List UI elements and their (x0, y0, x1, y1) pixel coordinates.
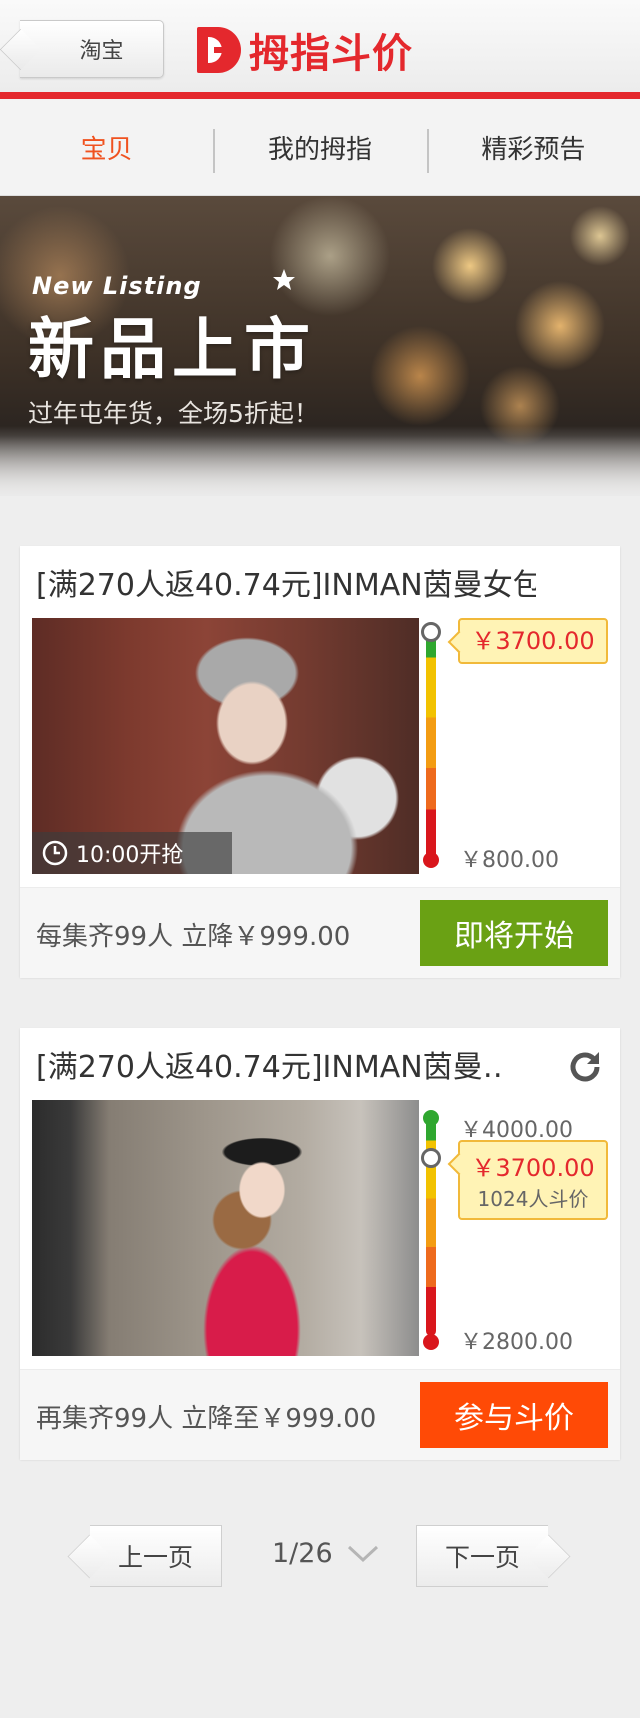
price-meter-bar (426, 630, 436, 860)
current-price-bubble: ￥3700.00 1024人斗价 (458, 1140, 608, 1220)
group-discount-text: 每集齐99人 立降￥999.00 (36, 922, 351, 952)
card-footer: 每集齐99人 立降￥999.00 即将开始 (20, 887, 620, 978)
price-meter (421, 1100, 441, 1356)
min-price: ￥2800.00 (460, 1330, 573, 1355)
tab-my-thumb[interactable]: 我的拇指 (213, 99, 426, 195)
back-button-label: 淘宝 (79, 39, 124, 64)
product-title[interactable]: [满270人返40.74元]INMAN茵曼女包… (36, 560, 536, 604)
back-button[interactable]: 淘宝 (20, 20, 164, 78)
promo-banner[interactable]: New Listing 新品上市 过年屯年货，全场5折起！ (0, 196, 640, 496)
join-bidding-button[interactable]: 参与斗价 (420, 1382, 608, 1448)
min-price-marker (423, 1334, 439, 1350)
page-selector[interactable]: 1/26 (272, 1538, 379, 1569)
tab-products[interactable]: 宝贝 (0, 99, 213, 195)
current-price: ￥3700.00 (471, 627, 595, 655)
current-price-marker (421, 1148, 441, 1168)
prev-page-button[interactable]: 上一页 (90, 1525, 222, 1587)
price-meter (421, 618, 441, 874)
min-price-marker (423, 852, 439, 868)
product-title[interactable]: [满270人返40.74元]INMAN茵曼… (36, 1042, 506, 1086)
product-card[interactable]: [满270人返40.74元]INMAN茵曼… ￥4000.00 ￥3700.00… (20, 1028, 620, 1460)
group-discount-text: 再集齐99人 立降至￥999.00 (36, 1404, 377, 1434)
clock-icon (42, 840, 68, 866)
start-time-badge: 10:00开抢 (32, 832, 232, 874)
product-card[interactable]: [满270人返40.74元]INMAN茵曼女包… 10:00开抢 ￥3700.0… (20, 546, 620, 978)
page-indicator: 1/26 (272, 1538, 333, 1569)
coming-soon-button[interactable]: 即将开始 (420, 900, 608, 966)
logo-d-icon (197, 27, 241, 73)
current-price-marker (421, 622, 441, 642)
app-logo: 拇指斗价 (197, 24, 413, 77)
product-image[interactable]: 10:00开抢 (32, 618, 419, 874)
prev-page-label: 上一页 (117, 1543, 193, 1572)
start-time-text: 10:00开抢 (76, 843, 184, 868)
current-price: ￥3700.00 (471, 1154, 595, 1182)
participants-count: 1024人斗价 (477, 1187, 589, 1211)
card-footer: 再集齐99人 立降至￥999.00 参与斗价 (20, 1369, 620, 1460)
product-image[interactable] (32, 1100, 419, 1356)
chevron-down-icon (347, 1545, 378, 1562)
pagination: 上一页 1/26 下一页 (0, 1518, 640, 1588)
tab-preview[interactable]: 精彩预告 (426, 99, 640, 195)
app-header: 淘宝 拇指斗价 (0, 0, 640, 99)
banner-title: 新品上市 (28, 311, 316, 388)
next-page-label: 下一页 (444, 1543, 520, 1572)
min-price: ￥800.00 (460, 848, 559, 873)
next-page-button[interactable]: 下一页 (416, 1525, 548, 1587)
star-icon (273, 269, 295, 290)
logo-text: 拇指斗价 (249, 31, 413, 77)
refresh-icon[interactable] (566, 1048, 604, 1086)
banner-subtitle: 过年屯年货，全场5折起！ (28, 399, 319, 428)
current-price-bubble: ￥3700.00 (458, 618, 608, 664)
tab-bar: 宝贝 我的拇指 精彩预告 (0, 99, 640, 196)
max-price-marker (423, 1110, 439, 1126)
